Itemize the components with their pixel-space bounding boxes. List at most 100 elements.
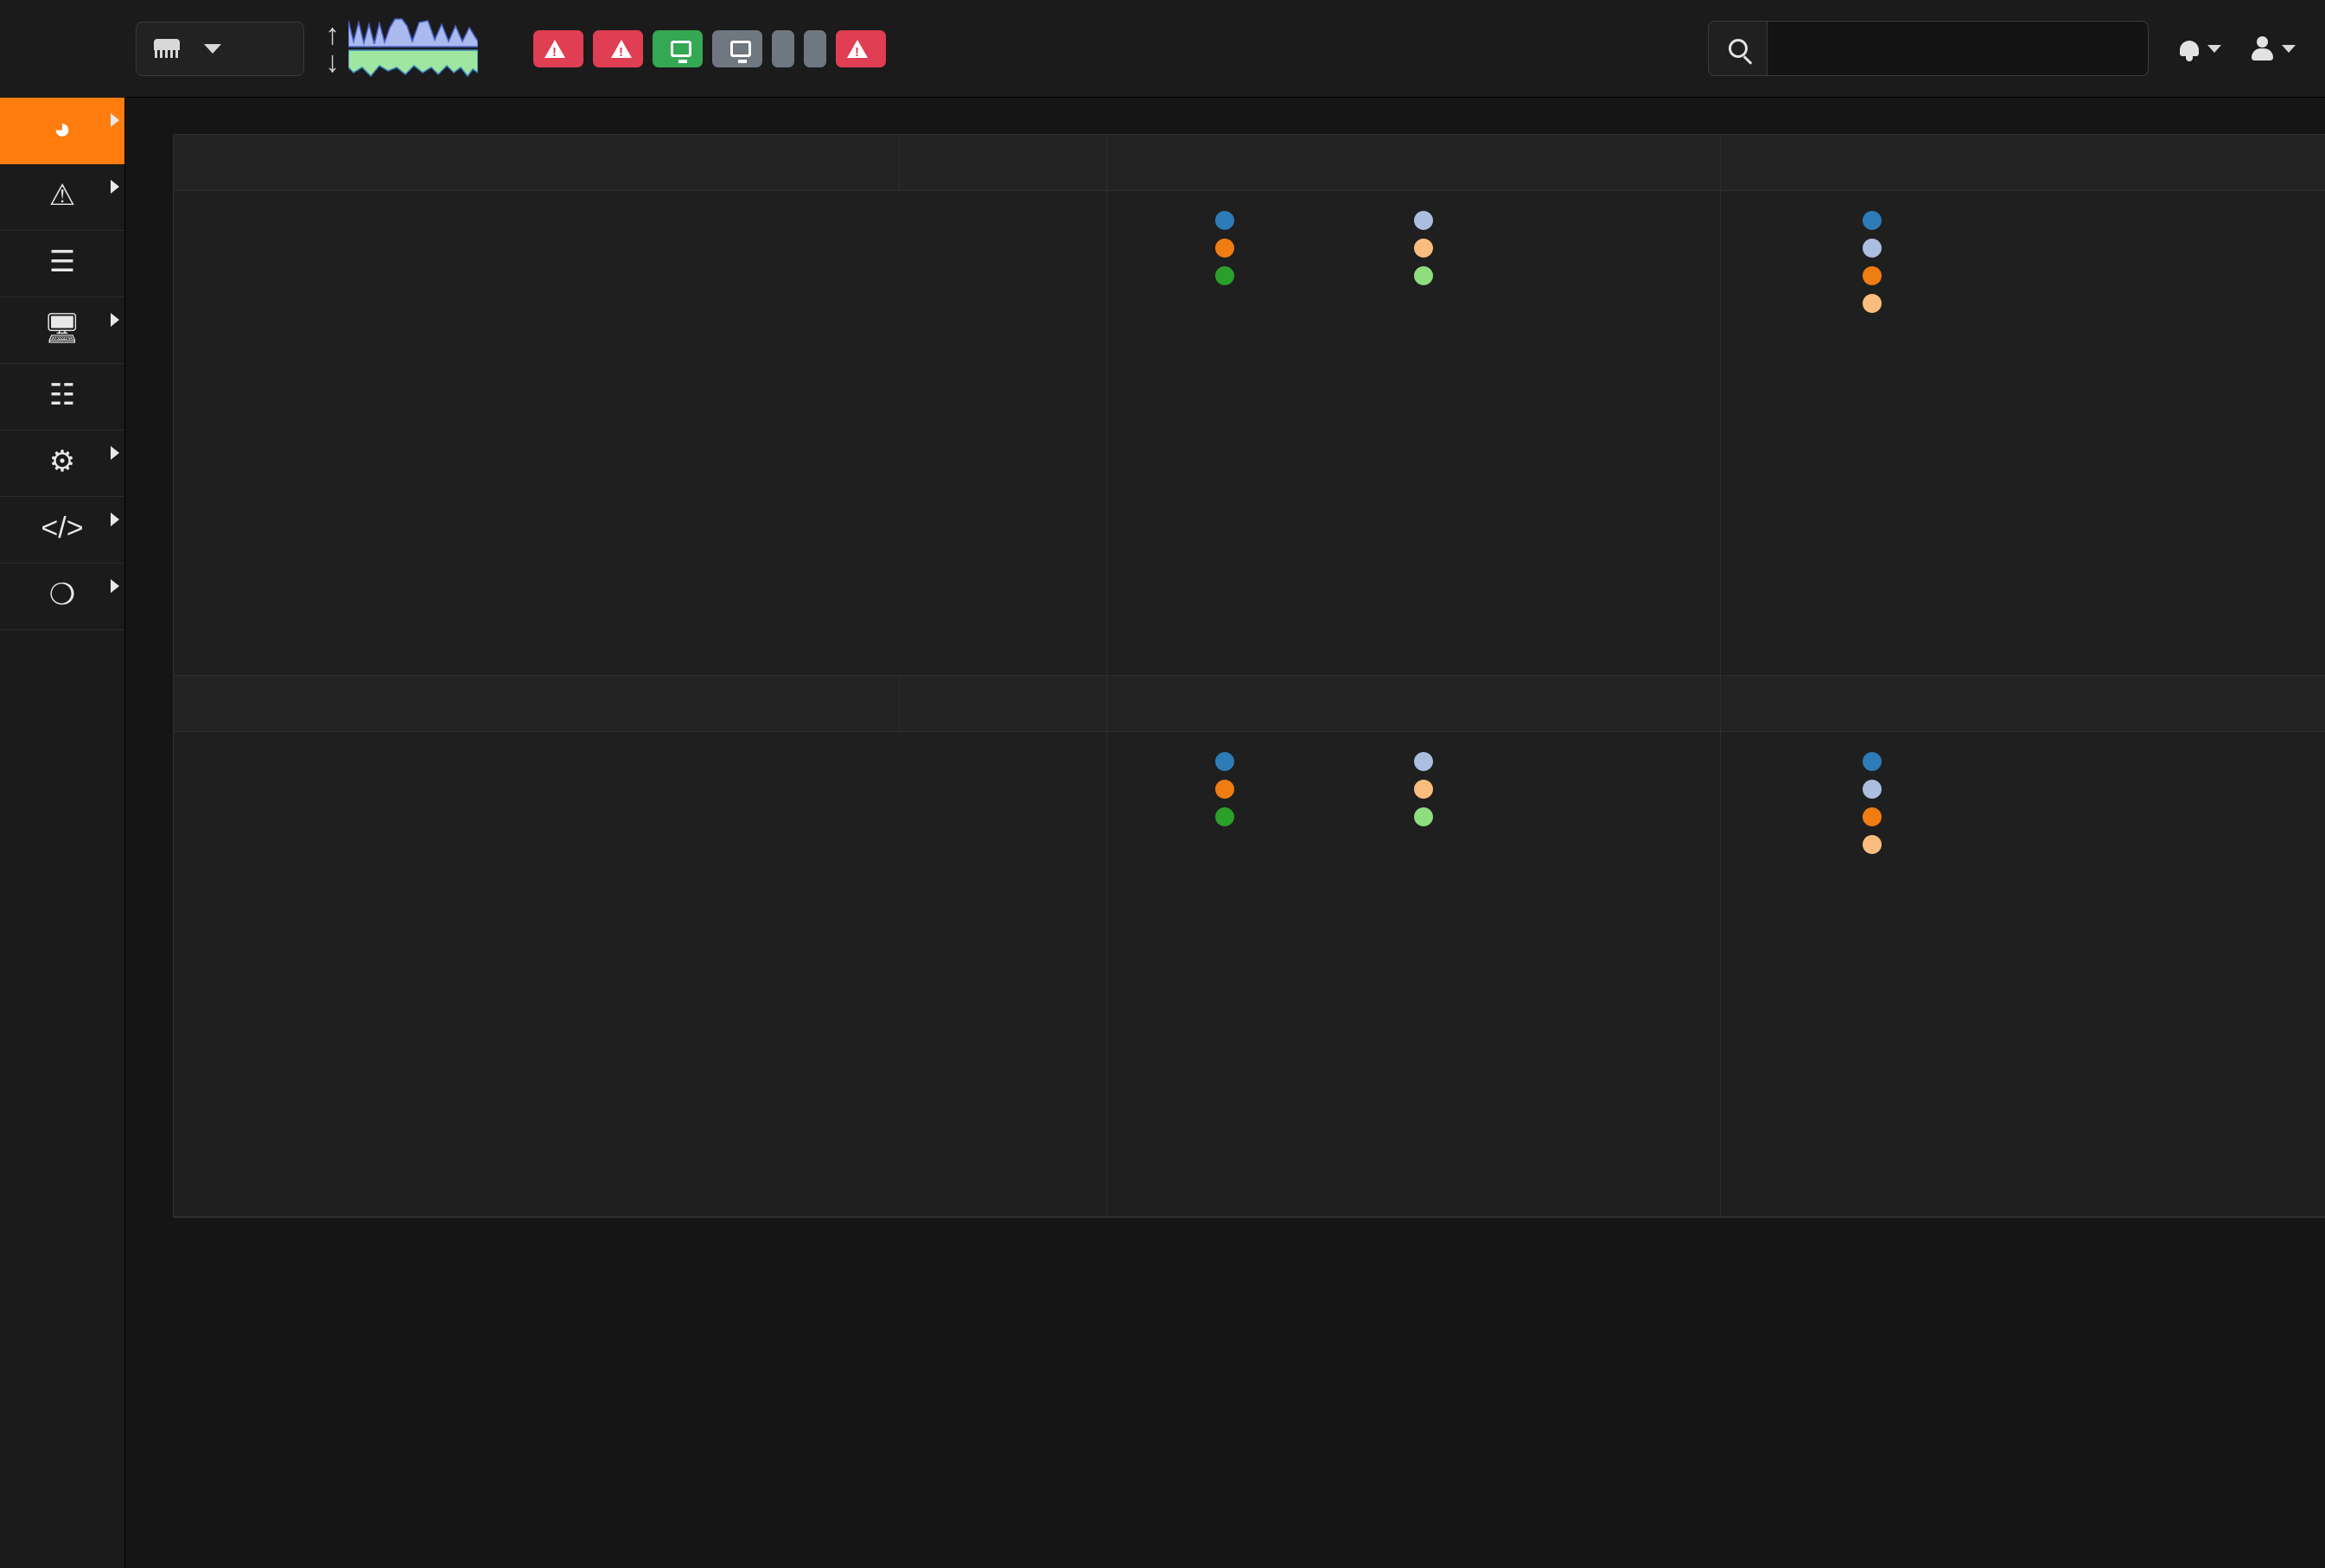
notifications-menu[interactable]: [2180, 38, 2221, 61]
table-title: [174, 135, 899, 190]
column-header-actual-traffic: [899, 135, 1106, 190]
status-badge-active-hosts[interactable]: [653, 29, 703, 67]
ethernet-icon: ☷: [48, 379, 76, 411]
laptop-icon: 🖥: [43, 312, 81, 345]
top-right-controls: [2180, 36, 2296, 61]
chart-day-app-traffic: [1107, 732, 1720, 1214]
legend-swatch: [1862, 211, 1882, 230]
sidebar-item-dashboard[interactable]: ◕: [0, 98, 124, 164]
chevron-right-icon: [111, 113, 119, 127]
chart-realtime-app-traffic: [1107, 191, 1720, 673]
chart-plot-area[interactable]: [1733, 322, 2325, 668]
legend-item[interactable]: [1413, 262, 1613, 290]
monitor-icon: [730, 40, 751, 63]
throughput-indicator: ↑ ↓: [325, 14, 487, 83]
search-icon: [1728, 39, 1748, 58]
legend-item[interactable]: [1863, 775, 2243, 803]
gear-icon: ⚙: [48, 445, 76, 478]
legend-item[interactable]: [1214, 803, 1414, 831]
search-input[interactable]: [1768, 22, 2148, 75]
status-badge-devices[interactable]: [772, 29, 794, 67]
legend-item[interactable]: [1214, 207, 1414, 234]
monitor-icon: [671, 40, 691, 63]
panel-top-local-talkers: [174, 135, 1107, 676]
legend-item[interactable]: [1413, 234, 1613, 262]
warning-icon: [545, 39, 565, 60]
chevron-down-icon: [2207, 44, 2221, 53]
legend-item[interactable]: [1863, 803, 2243, 831]
top-bar: ↑ ↓: [0, 0, 2325, 98]
legend-swatch: [1413, 807, 1433, 826]
legend-item[interactable]: [1413, 207, 1613, 234]
table-title: [174, 676, 899, 731]
legend-item[interactable]: [1863, 831, 2243, 858]
sidebar-item-flows[interactable]: ☰: [0, 231, 124, 297]
legend-item[interactable]: [1413, 748, 1613, 775]
legend-item[interactable]: [1214, 234, 1414, 262]
panel-day-app-traffic: [1107, 676, 1721, 1217]
chart-legend: [1214, 207, 1613, 290]
panel-title: [1721, 135, 2325, 191]
chart-plot-area[interactable]: [1116, 295, 1712, 666]
chevron-right-icon: [111, 579, 119, 593]
legend-swatch: [1413, 239, 1433, 258]
chart-legend: [1214, 748, 1613, 831]
search-button[interactable]: [1709, 22, 1768, 75]
legend-swatch: [1413, 780, 1433, 799]
legend-item[interactable]: [1214, 262, 1414, 290]
user-menu[interactable]: [2251, 36, 2296, 61]
chart-legend: [1862, 207, 2243, 317]
sidebar: ◕ ⚠ ☰ 🖥 ☷ ⚙ </> ❍: [0, 98, 125, 1568]
chart-plot-area[interactable]: [1733, 864, 2325, 1209]
status-badge-flows[interactable]: [804, 29, 826, 67]
legend-item[interactable]: [1413, 803, 1613, 831]
legend-swatch: [1413, 752, 1433, 771]
legend-swatch: [1863, 780, 1882, 799]
legend-item[interactable]: [1863, 748, 2243, 775]
status-badge-alerts[interactable]: [533, 29, 583, 67]
chevron-down-icon: [2282, 44, 2296, 53]
legend-swatch: [1214, 780, 1234, 799]
legend-swatch: [1862, 266, 1882, 285]
warning-icon: [847, 39, 868, 60]
table-header-remote-destinations: [174, 676, 1106, 732]
warning-icon: ⚠: [48, 179, 76, 212]
legend-swatch: [1214, 266, 1234, 285]
chart-legend: [1863, 748, 2243, 858]
chevron-right-icon: [111, 513, 119, 526]
app-logo[interactable]: [0, 0, 125, 98]
legend-item[interactable]: [1214, 775, 1414, 803]
sidebar-item-help[interactable]: ❍: [0, 564, 124, 630]
legend-item[interactable]: [1862, 234, 2243, 262]
legend-item[interactable]: [1862, 290, 2243, 317]
chart-plot-area[interactable]: [1116, 836, 1712, 1208]
legend-item[interactable]: [1214, 748, 1414, 775]
legend-swatch: [1413, 211, 1433, 230]
legend-item[interactable]: [1413, 775, 1613, 803]
legend-item[interactable]: [1862, 207, 2243, 234]
warning-icon: [611, 39, 632, 60]
interface-selector[interactable]: [136, 21, 304, 76]
sidebar-item-alerts[interactable]: ⚠: [0, 164, 124, 231]
legend-swatch: [1214, 239, 1234, 258]
legend-swatch: [1214, 807, 1234, 826]
sidebar-item-hosts[interactable]: 🖥: [0, 297, 124, 364]
legend-swatch: [1214, 211, 1234, 230]
chart-realtime-interfaces: [1721, 191, 2325, 675]
legend-swatch: [1863, 835, 1882, 854]
column-header-actual-traffic: [899, 676, 1106, 731]
legend-swatch: [1863, 807, 1882, 826]
legend-item[interactable]: [1862, 262, 2243, 290]
sidebar-item-settings[interactable]: ⚙: [0, 430, 124, 497]
sidebar-item-interface[interactable]: ☷: [0, 364, 124, 430]
chevron-right-icon: [111, 180, 119, 194]
panel-title: [1107, 676, 1720, 732]
search-box[interactable]: [1708, 21, 2149, 76]
status-badge-total-hosts[interactable]: [712, 29, 762, 67]
table-header-local-talkers: [174, 135, 1106, 191]
panel-title: [1107, 135, 1720, 191]
sidebar-item-developer[interactable]: </>: [0, 497, 124, 564]
chevron-right-icon: [111, 313, 119, 327]
status-badge-export-drops[interactable]: [836, 29, 886, 67]
status-badge-flow-alerts[interactable]: [593, 29, 643, 67]
